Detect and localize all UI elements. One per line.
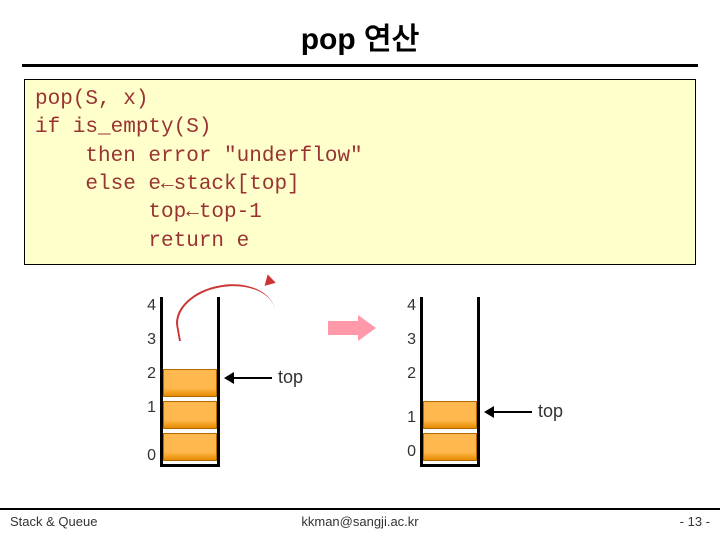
stack-index: 2 <box>400 365 416 383</box>
page-title: pop 연산 <box>301 14 420 58</box>
stack-cell <box>163 369 217 397</box>
title-divider <box>22 64 698 67</box>
footer-divider <box>0 508 720 510</box>
stack-cell <box>163 433 217 461</box>
stack-index: 2 <box>140 365 156 383</box>
top-pointer-after: top <box>492 401 563 422</box>
stack-index: 4 <box>140 297 156 315</box>
stack-index: 0 <box>140 447 156 465</box>
stack-index: 1 <box>140 399 156 417</box>
stack-index: 3 <box>400 331 416 349</box>
stack-index: 4 <box>400 297 416 315</box>
top-pointer-before: top <box>232 367 303 388</box>
top-label: top <box>278 367 303 388</box>
diagram: 4 3 2 1 0 top 4 3 2 1 0 top <box>0 287 720 497</box>
footer: Stack & Queue kkman@sangji.ac.kr - 13 - <box>0 514 720 536</box>
stack-cell <box>423 401 477 429</box>
top-label: top <box>538 401 563 422</box>
footer-center: kkman@sangji.ac.kr <box>0 514 720 529</box>
stack-index: 3 <box>140 331 156 349</box>
stack-index: 1 <box>400 409 416 427</box>
code-block: pop(S, x) if is_empty(S) then error "und… <box>24 79 696 265</box>
stack-index: 0 <box>400 443 416 461</box>
stack-cell <box>423 433 477 461</box>
stack-cell <box>163 401 217 429</box>
footer-right: - 13 - <box>680 514 710 529</box>
